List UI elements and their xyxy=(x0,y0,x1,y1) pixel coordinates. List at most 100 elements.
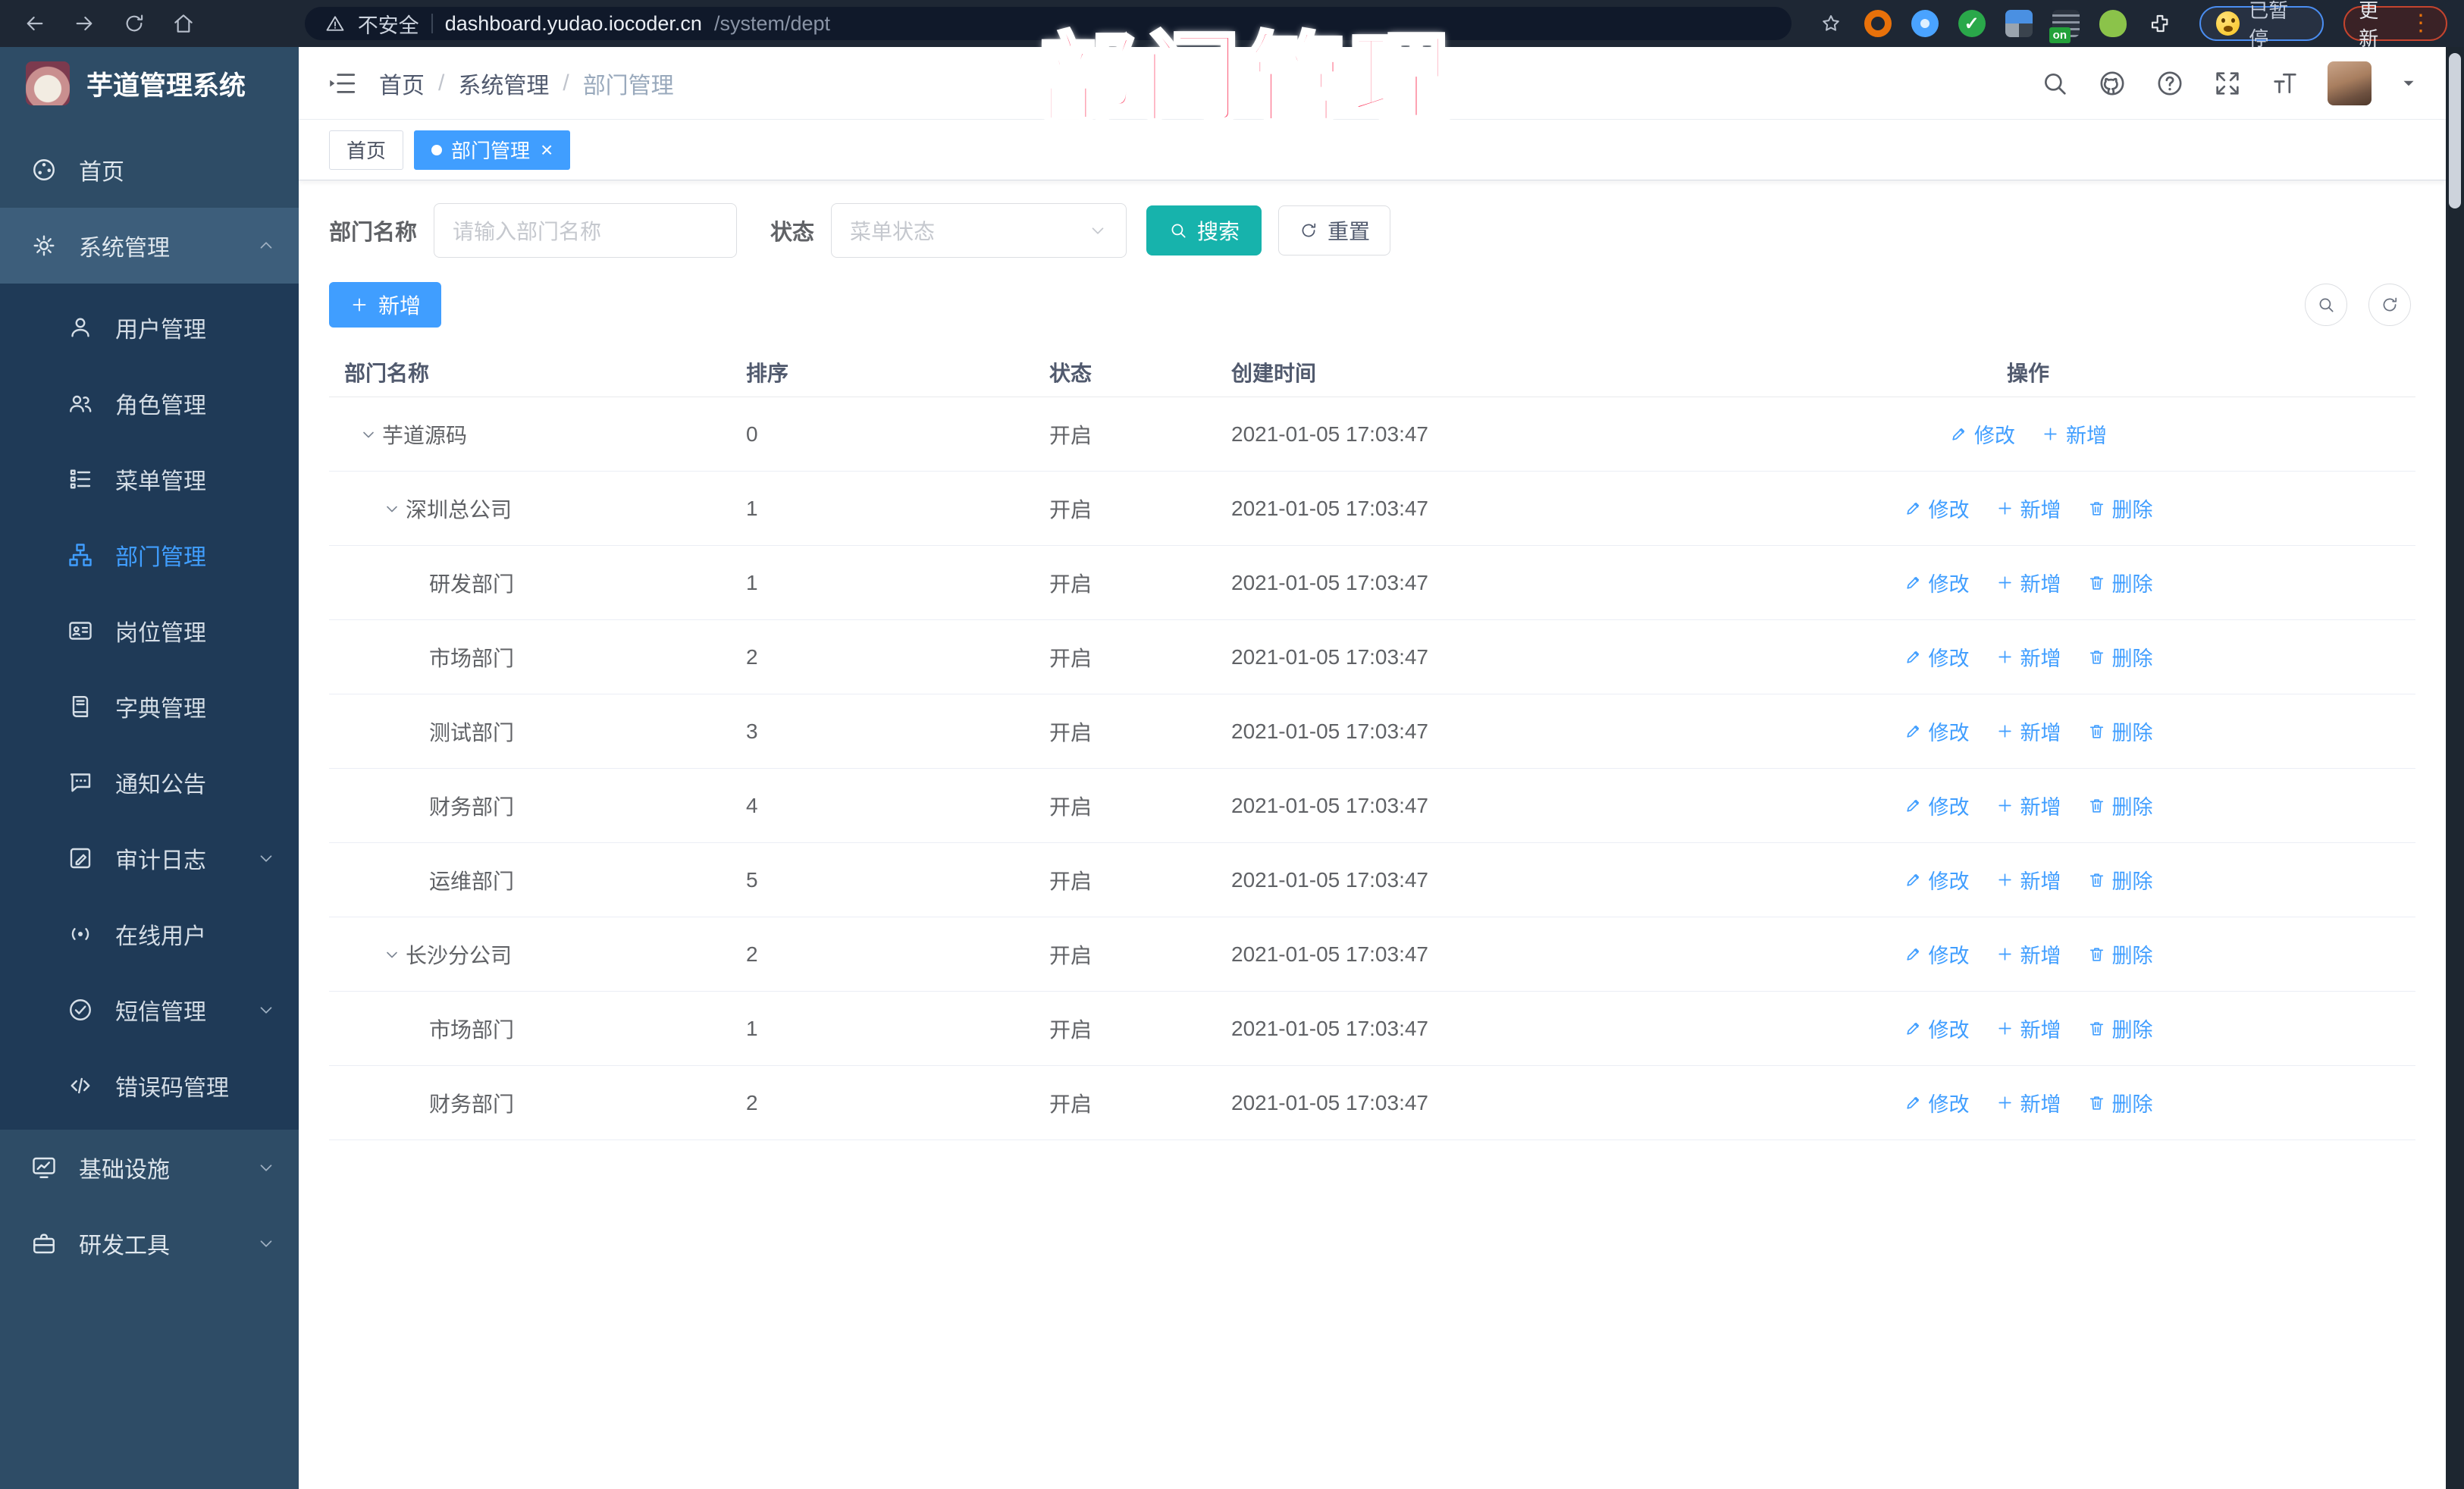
trash-icon xyxy=(2089,799,2103,813)
close-tab-icon[interactable]: × xyxy=(541,139,553,161)
tab-home[interactable]: 首页 xyxy=(329,130,404,170)
add-dept-button[interactable]: 新增 xyxy=(329,282,442,328)
column-header: 创建时间 xyxy=(1231,361,1317,385)
search-button[interactable]: 搜索 xyxy=(1146,205,1262,255)
row-action-edit[interactable]: 修改 xyxy=(1949,419,2015,449)
plus-icon xyxy=(2044,428,2057,440)
user-avatar[interactable] xyxy=(2328,61,2372,105)
refresh-table-button[interactable] xyxy=(2368,284,2411,326)
sidebar-item-notice[interactable]: 通知公告 xyxy=(0,744,299,820)
row-actions: 修改 新增 删除 xyxy=(1641,568,2415,597)
row-action-delete[interactable]: 删除 xyxy=(2087,791,2153,820)
sidebar-item-dict[interactable]: 字典管理 xyxy=(0,669,299,744)
ext-icon-green[interactable] xyxy=(2099,10,2127,37)
browser-menu-dots-icon[interactable]: ⋮ xyxy=(2409,12,2432,35)
search-icon[interactable] xyxy=(2039,68,2070,99)
row-action-edit[interactable]: 修改 xyxy=(1904,568,1970,597)
sidebar-item-user[interactable]: 用户管理 xyxy=(0,290,299,365)
paused-extension-pill[interactable]: 已暂停 xyxy=(2199,0,2324,50)
row-action-add[interactable]: 新增 xyxy=(1995,939,2061,969)
help-icon[interactable] xyxy=(2155,68,2185,99)
hide-search-button[interactable] xyxy=(2305,284,2347,326)
sidebar-item-audit-log[interactable]: 审计日志 xyxy=(0,820,299,896)
row-action-delete[interactable]: 删除 xyxy=(2087,1088,2153,1118)
sidebar-item-label: 研发工具 xyxy=(79,1234,170,1259)
row-action-delete[interactable]: 删除 xyxy=(2087,568,2153,597)
row-action-add[interactable]: 新增 xyxy=(1995,494,2061,523)
sidebar-item-system[interactable]: 系统管理 xyxy=(0,208,299,284)
row-action-edit[interactable]: 修改 xyxy=(1904,642,1970,672)
browser-back-icon[interactable] xyxy=(17,5,52,42)
expand-row-icon[interactable] xyxy=(383,945,406,964)
ext-icon-green-check[interactable]: ✓ xyxy=(1958,10,1986,37)
row-action-delete[interactable]: 删除 xyxy=(2087,939,2153,969)
row-action-add[interactable]: 新增 xyxy=(1995,791,2061,820)
sidebar-item-dev-tools[interactable]: 研发工具 xyxy=(0,1205,299,1281)
row-action-add[interactable]: 新增 xyxy=(1995,1014,2061,1043)
dept-created: 2021-01-05 17:03:47 xyxy=(1231,1016,1428,1040)
sidebar-item-post[interactable]: 岗位管理 xyxy=(0,593,299,669)
sidebar-item-error-code[interactable]: 错误码管理 xyxy=(0,1048,299,1124)
row-action-edit[interactable]: 修改 xyxy=(1904,716,1970,746)
sidebar-item-dept[interactable]: 部门管理 xyxy=(0,517,299,593)
ext-icon-switch[interactable]: on xyxy=(2049,10,2080,43)
row-action-edit[interactable]: 修改 xyxy=(1904,791,1970,820)
row-action-add[interactable]: 新增 xyxy=(1995,716,2061,746)
browser-forward-icon[interactable] xyxy=(66,5,102,42)
browser-home-icon[interactable] xyxy=(165,5,201,42)
font-size-icon[interactable] xyxy=(2270,68,2300,99)
bookmark-star-icon[interactable] xyxy=(1814,7,1847,40)
url-path: /system/dept xyxy=(713,11,831,35)
trash-icon xyxy=(2089,948,2103,961)
avatar-caret-down-icon[interactable] xyxy=(2399,74,2419,93)
row-action-delete[interactable]: 删除 xyxy=(2087,865,2153,895)
row-action-edit[interactable]: 修改 xyxy=(1904,494,1970,523)
scrollbar-thumb[interactable] xyxy=(2449,53,2461,208)
row-action-edit[interactable]: 修改 xyxy=(1904,1088,1970,1118)
row-action-add[interactable]: 新增 xyxy=(1995,1088,2061,1118)
sidebar-item-infra[interactable]: 基础设施 xyxy=(0,1130,299,1205)
sidebar-item-online-user[interactable]: 在线用户 xyxy=(0,896,299,972)
browser-reload-icon[interactable] xyxy=(116,5,152,42)
row-action-edit[interactable]: 修改 xyxy=(1904,939,1970,969)
active-tab-dot xyxy=(431,144,443,155)
dept-name-input[interactable]: 请输入部门名称 xyxy=(434,203,738,258)
code-icon xyxy=(71,1077,90,1094)
row-action-add[interactable]: 新增 xyxy=(1995,568,2061,597)
row-action-add[interactable]: 新增 xyxy=(1995,865,2061,895)
row-action-edit[interactable]: 修改 xyxy=(1904,1014,1970,1043)
breadcrumb-item[interactable]: 系统管理 xyxy=(458,67,549,100)
ext-icon-blue-pin[interactable] xyxy=(1911,10,1939,37)
collapse-sidebar-icon[interactable] xyxy=(326,67,358,99)
row-action-add[interactable]: 新增 xyxy=(1995,642,2061,672)
sidebar-item-role[interactable]: 角色管理 xyxy=(0,365,299,441)
page-scrollbar[interactable] xyxy=(2446,47,2464,1489)
expand-row-icon[interactable] xyxy=(359,425,382,444)
row-action-delete[interactable]: 删除 xyxy=(2087,642,2153,672)
extensions-puzzle-icon[interactable] xyxy=(2146,10,2174,37)
row-action-delete[interactable]: 删除 xyxy=(2087,1014,2153,1043)
row-action-add[interactable]: 新增 xyxy=(2041,419,2107,449)
fullscreen-icon[interactable] xyxy=(2212,68,2243,99)
app-logo-block[interactable]: 芋道管理系统 xyxy=(0,47,299,120)
row-action-delete[interactable]: 删除 xyxy=(2087,494,2153,523)
tab-dept[interactable]: 部门管理 × xyxy=(414,130,571,170)
ext-icon-grid[interactable] xyxy=(2005,10,2033,37)
address-bar[interactable]: 不安全 dashboard.yudao.iocoder.cn/system/de… xyxy=(304,7,1792,40)
sidebar-item-menu[interactable]: 菜单管理 xyxy=(0,441,299,517)
filter-form: 部门名称 请输入部门名称 状态 菜单状态 搜索 重置 xyxy=(329,202,2415,259)
status-select[interactable]: 菜单状态 xyxy=(831,203,1127,258)
reset-button[interactable]: 重置 xyxy=(1278,205,1391,255)
browser-update-button[interactable]: 更新 ⋮ xyxy=(2343,0,2448,50)
sidebar-item-home[interactable]: 首页 xyxy=(0,132,299,208)
row-expand-icon xyxy=(363,431,374,437)
sidebar-item-sms[interactable]: 短信管理 xyxy=(0,972,299,1048)
row-action-delete[interactable]: 删除 xyxy=(2087,716,2153,746)
row-action-edit[interactable]: 修改 xyxy=(1904,865,1970,895)
ext-icon-orange-ring[interactable] xyxy=(1864,10,1892,37)
github-icon[interactable] xyxy=(2097,68,2127,99)
expand-row-icon[interactable] xyxy=(383,500,406,518)
trash-icon xyxy=(2089,576,2103,590)
breadcrumb-item[interactable]: 首页 xyxy=(379,67,425,100)
trash-icon xyxy=(2089,1096,2103,1110)
